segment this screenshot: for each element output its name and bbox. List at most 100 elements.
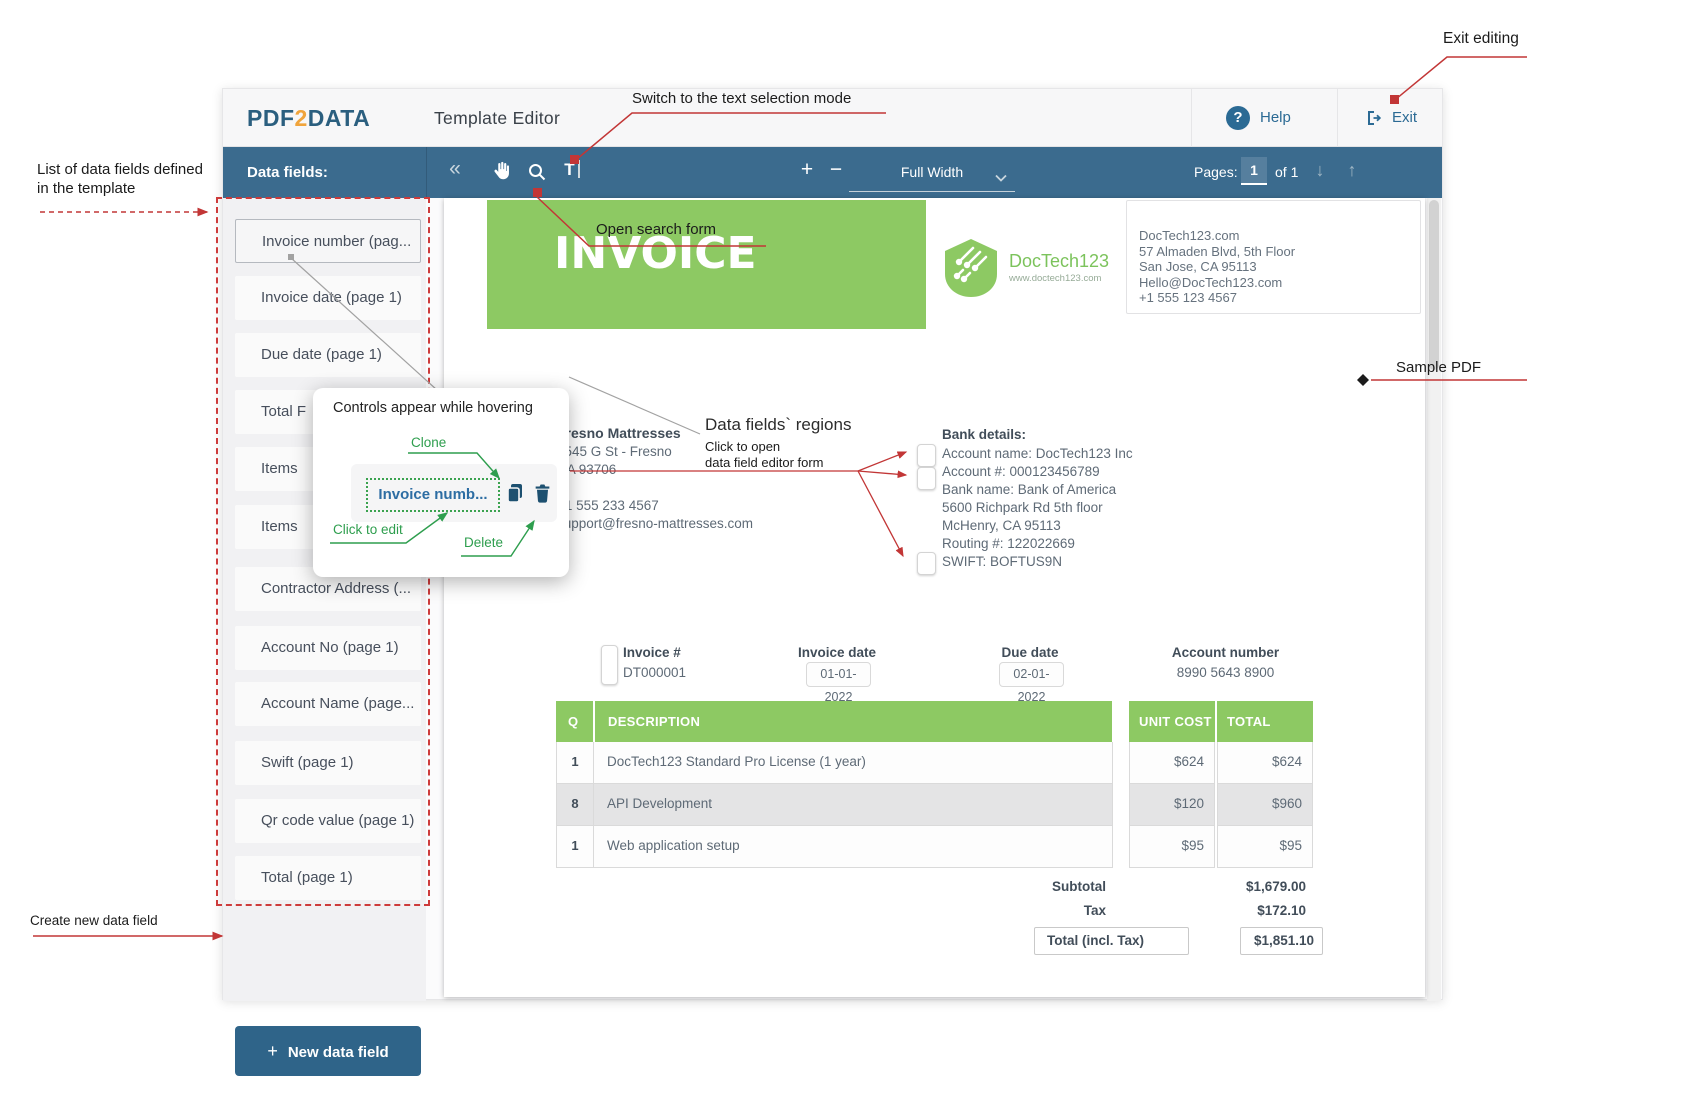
header-divider xyxy=(1191,89,1192,147)
pages-total: of 1 xyxy=(1275,164,1298,180)
company-name: DocTech123 xyxy=(1009,251,1109,272)
invoice-no-value: DT000001 xyxy=(623,665,686,680)
bank-details-lines: Account name: DocTech123 Inc Account #: … xyxy=(942,445,1133,571)
address-line: San Jose, CA 95113 xyxy=(1139,259,1420,275)
toolbar-divider xyxy=(426,147,427,198)
invoice-date-value[interactable]: 01-01-2022 xyxy=(806,662,871,687)
hover-controls-popup: Controls appear while hovering Invoice n… xyxy=(313,388,569,577)
logo-part-data: DATA xyxy=(308,105,370,131)
address-line: 57 Almaden Blvd, 5th Floor xyxy=(1139,244,1420,260)
page-number-input[interactable] xyxy=(1241,157,1267,185)
zoom-mode-value: Full Width xyxy=(849,153,1015,191)
zoom-in-button[interactable]: + xyxy=(794,158,820,182)
bank-line: SWIFT: BOFTUS9N xyxy=(942,553,1133,571)
annotation-open-search: Open search form xyxy=(596,221,716,240)
company-logo-icon xyxy=(939,236,1003,305)
subtotal-label: Subtotal xyxy=(941,879,1106,894)
pan-tool-icon[interactable] xyxy=(489,160,513,187)
bank-line: McHenry, CA 95113 xyxy=(942,517,1133,535)
annotation-regions-line1: Click to open xyxy=(705,439,780,455)
address-line: Hello@DocTech123.com xyxy=(1139,275,1420,291)
pdf-page: INVOICE DocTech123 www.doctech123.com Do… xyxy=(444,198,1425,997)
search-tool-icon[interactable] xyxy=(526,162,548,187)
help-button[interactable]: Help xyxy=(1260,109,1291,126)
page-title: Template Editor xyxy=(434,108,560,129)
tax-label: Tax xyxy=(941,903,1106,918)
client-phone: +1 555 233 4567 xyxy=(557,498,659,513)
data-field-region-invoice-number[interactable] xyxy=(601,645,618,685)
text-select-tool-icon[interactable]: T xyxy=(559,160,585,180)
clone-icon[interactable] xyxy=(505,482,525,509)
zoom-out-button[interactable]: − xyxy=(823,158,849,182)
header-divider xyxy=(1337,89,1338,147)
bank-line: Account #: 000123456789 xyxy=(942,463,1133,481)
annotation-regions-title: Data fields` regions xyxy=(705,414,851,435)
popup-field-card: Invoice numb... xyxy=(351,464,557,522)
due-date-value[interactable]: 02-01-2022 xyxy=(999,662,1064,687)
toolbar: Data fields: « T + − Full Width Pages: o… xyxy=(223,147,1442,198)
due-date-label: Due date xyxy=(970,645,1090,660)
address-line: DocTech123.com xyxy=(1139,228,1420,244)
data-field-region-account-no[interactable] xyxy=(917,467,936,490)
annotation-sample-pdf: Sample PDF xyxy=(1396,359,1481,378)
annotation-click-to-edit: Click to edit xyxy=(333,522,403,537)
screenshot-canvas: PDF2DATA Template Editor ? Help Exit Dat… xyxy=(0,0,1683,1116)
sidebar-item-account-no[interactable]: Account No (page 1) xyxy=(235,626,421,670)
row-qty: 1 xyxy=(557,826,594,867)
sidebar-item-qr-code-value[interactable]: Qr code value (page 1) xyxy=(235,799,421,843)
sidebar-item-invoice-number[interactable]: Invoice number (pag... xyxy=(235,219,421,263)
invoice-no-label: Invoice # xyxy=(623,645,681,660)
grand-total-value: $1,851.10 xyxy=(1240,927,1323,955)
invoice-banner: INVOICE xyxy=(487,200,926,329)
annotation-exit-editing: Exit editing xyxy=(1443,29,1519,48)
grand-total-label: Total (incl. Tax) xyxy=(1034,927,1189,955)
row-qty: 1 xyxy=(557,742,594,783)
sidebar-item-invoice-date[interactable]: Invoice date (page 1) xyxy=(235,276,421,320)
client-address-1: 1545 G St - Fresno xyxy=(557,444,672,459)
pages-label: Pages: xyxy=(1194,164,1238,180)
delete-icon[interactable] xyxy=(533,482,552,509)
row-total: $624 xyxy=(1217,742,1313,784)
exit-icon[interactable] xyxy=(1364,108,1384,128)
table-row: 1 DocTech123 Standard Pro License (1 yea… xyxy=(556,742,1113,784)
data-field-region-account-name[interactable] xyxy=(917,444,936,467)
data-field-region-swift[interactable] xyxy=(917,552,936,575)
bank-line: 5600 Richpark Rd 5th floor xyxy=(942,499,1133,517)
sidebar-title: Data fields: xyxy=(247,164,328,181)
client-name: Fresno Mattresses xyxy=(557,425,681,441)
annotation-delete: Delete xyxy=(464,535,503,550)
sidebar-item-account-name[interactable]: Account Name (page... xyxy=(235,682,421,726)
table-header-total: TOTAL xyxy=(1217,701,1313,742)
row-description: Web application setup xyxy=(594,826,1112,867)
annotation-regions-line2: data field editor form xyxy=(705,455,824,471)
row-unit-cost: $120 xyxy=(1129,784,1215,826)
table-header-q: Q xyxy=(556,701,593,742)
table-row: 8 API Development xyxy=(556,784,1113,826)
new-data-field-button[interactable]: +New data field xyxy=(235,1026,421,1076)
exit-button[interactable]: Exit xyxy=(1392,109,1417,126)
bank-details-heading: Bank details: xyxy=(942,427,1026,442)
sidebar-item-total[interactable]: Total (page 1) xyxy=(235,856,421,900)
annotation-clone: Clone xyxy=(411,435,446,450)
table-header-description: DESCRIPTION xyxy=(595,701,1112,742)
collapse-sidebar-button[interactable]: « xyxy=(441,157,469,181)
plus-icon: + xyxy=(267,1041,278,1061)
row-unit-cost: $624 xyxy=(1129,742,1215,784)
company-website: www.doctech123.com xyxy=(1009,273,1101,284)
account-number-label: Account number xyxy=(1159,645,1292,660)
subtotal-value: $1,679.00 xyxy=(1163,879,1306,894)
annotation-field-list-line1: List of data fields defined xyxy=(37,161,203,180)
page-up-button[interactable]: ↑ xyxy=(1341,160,1363,181)
popup-field-label[interactable]: Invoice numb... xyxy=(366,478,500,512)
data-fields-sidebar: Invoice number (pag... Invoice date (pag… xyxy=(223,198,426,1001)
help-icon[interactable]: ? xyxy=(1226,106,1250,130)
scrollbar-thumb[interactable] xyxy=(1429,200,1439,370)
row-qty: 8 xyxy=(557,784,594,825)
sidebar-item-swift[interactable]: Swift (page 1) xyxy=(235,741,421,785)
row-unit-cost: $95 xyxy=(1129,826,1215,868)
viewer-scrollbar[interactable] xyxy=(1427,198,1441,1001)
zoom-mode-select[interactable]: Full Width xyxy=(849,153,1015,192)
sidebar-item-due-date[interactable]: Due date (page 1) xyxy=(235,333,421,377)
row-total: $95 xyxy=(1217,826,1313,868)
page-down-button[interactable]: ↓ xyxy=(1309,160,1331,181)
